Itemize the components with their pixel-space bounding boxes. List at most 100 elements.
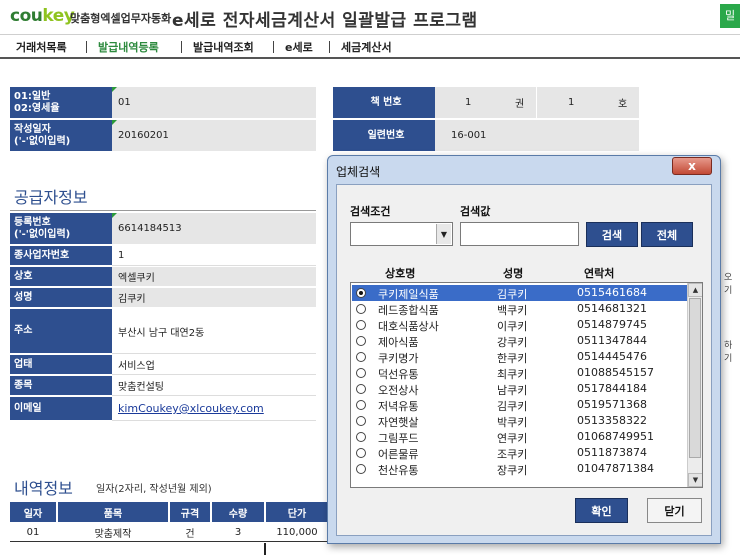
list-item[interactable]: 자연햇살 박쿠키 0513358322 <box>352 413 687 429</box>
nav-item-issue-register[interactable]: 발급내역등록 <box>98 39 159 55</box>
book-number-unit: 권 <box>515 99 525 110</box>
phone-number: 0514445476 <box>577 350 647 363</box>
col-header-company: 상호명 <box>385 267 416 280</box>
row-qty[interactable]: 3 <box>212 524 264 540</box>
radio-button[interactable] <box>356 352 366 362</box>
col-header-day: 일자 <box>10 502 56 522</box>
serial-label: 일련번호 <box>333 120 435 152</box>
nav-item-tax-invoice[interactable]: 세금계산서 <box>341 39 392 55</box>
list-item[interactable]: 레드종합식품 백쿠키 0514681321 <box>352 301 687 317</box>
company-list[interactable]: 천산유통 장쿠키 01047871384 어른물류 조쿠키 0511873874 그림푸드 연… <box>350 282 703 488</box>
search-button[interactable]: 검색 <box>586 222 638 247</box>
col-header-qty: 수량 <box>212 502 264 522</box>
radio-button[interactable] <box>356 416 366 426</box>
phone-number: 0519571368 <box>577 398 647 411</box>
sub-biz-number-value: 1 <box>118 250 125 261</box>
search-input[interactable] <box>460 222 579 246</box>
divider <box>264 543 266 555</box>
radio-button[interactable] <box>356 320 366 330</box>
ceo-name-field[interactable]: 김쿠키 <box>112 288 316 308</box>
sub-biz-number-label: 종사업자번호 <box>10 246 112 266</box>
close-button[interactable]: 닫기 <box>647 498 702 523</box>
divider <box>536 87 537 118</box>
company-search-dialog: 업체검색 x 검색조건 검색값 ▼ 검색 전체 상호명 성명 연락처 천산유통 장… <box>327 155 721 544</box>
biz-item-field[interactable]: 맞춤컨설팅 <box>112 376 316 396</box>
row-item[interactable]: 맞춤제작 <box>58 524 168 540</box>
confirm-button[interactable]: 확인 <box>575 498 628 523</box>
radio-button[interactable] <box>356 448 366 458</box>
radio-button[interactable] <box>356 304 366 314</box>
sub-biz-number-field[interactable]: 1 <box>112 246 316 266</box>
nav-separator <box>86 41 87 53</box>
scroll-thumb[interactable] <box>689 298 701 458</box>
scrollbar[interactable]: ▲ ▼ <box>687 283 702 487</box>
email-link[interactable]: kimCoukey@xlcoukey.com <box>118 402 264 415</box>
radio-button[interactable] <box>356 288 366 298</box>
row-price[interactable]: 110,000 <box>266 524 328 540</box>
divider <box>10 210 316 211</box>
radio-button[interactable] <box>356 464 366 474</box>
top-right-tab[interactable]: 밀 <box>720 4 740 28</box>
nav-item-esero[interactable]: e세로 <box>285 39 313 55</box>
radio-button[interactable] <box>356 336 366 346</box>
phone-number: 0515461684 <box>577 286 647 299</box>
type-field[interactable]: 01 <box>112 87 316 119</box>
search-value-label: 검색값 <box>460 205 491 218</box>
company-name: 오전상사 <box>378 384 419 397</box>
list-item[interactable]: 쿠키제일식품 김쿠키 0515461684 <box>352 285 687 301</box>
address-field[interactable]: 부산시 남구 대연2동 <box>112 309 316 354</box>
side-button-1[interactable]: 오기 <box>724 270 740 296</box>
phone-number: 0511873874 <box>577 446 647 459</box>
company-name-field[interactable]: 엑셀쿠키 <box>112 267 316 287</box>
list-item[interactable]: 제아식품 강쿠키 0511347844 <box>352 333 687 349</box>
serial-field[interactable]: 16-001 <box>435 120 639 152</box>
ceo-name-label: 성명 <box>10 288 112 308</box>
list-item[interactable]: 어른물류 조쿠키 0511873874 <box>352 445 687 461</box>
list-item[interactable]: 오전상사 남쿠키 0517844184 <box>352 381 687 397</box>
company-name-label: 상호 <box>10 267 112 287</box>
list-item[interactable]: 대호식품상사 이쿠키 0514879745 <box>352 317 687 333</box>
book-number-field[interactable]: 1 권 1 호 <box>435 87 639 119</box>
company-name: 쿠키명가 <box>378 352 419 365</box>
supplier-section-title: 공급자정보 <box>14 188 88 207</box>
col-header-ceo: 성명 <box>503 267 524 280</box>
reg-number-field[interactable]: 6614184513 <box>112 213 316 245</box>
list-item[interactable]: 저녁유통 김쿠키 0519571368 <box>352 397 687 413</box>
list-item[interactable]: 쿠키명가 한쿠키 0514445476 <box>352 349 687 365</box>
scroll-up-icon[interactable]: ▲ <box>688 283 702 297</box>
book-number-value: 1 <box>465 97 472 108</box>
chevron-down-icon[interactable]: ▼ <box>436 224 451 244</box>
list-item[interactable]: 덕선유통 최쿠키 01088545157 <box>352 365 687 381</box>
list-item[interactable]: 그림푸드 연쿠키 01068749951 <box>352 429 687 445</box>
search-condition-select[interactable]: ▼ <box>350 222 453 246</box>
company-name: 그림푸드 <box>378 432 419 445</box>
ceo-name: 이쿠키 <box>497 320 528 333</box>
col-header-price: 단가 <box>266 502 328 522</box>
scroll-down-icon[interactable]: ▼ <box>688 473 702 487</box>
radio-button[interactable] <box>356 368 366 378</box>
radio-button[interactable] <box>356 384 366 394</box>
radio-button[interactable] <box>356 432 366 442</box>
list-item[interactable]: 천산유통 장쿠키 01047871384 <box>352 461 687 477</box>
email-field[interactable]: kimCoukey@xlcoukey.com <box>112 397 316 421</box>
email-label: 이메일 <box>10 397 112 421</box>
row-spec[interactable]: 건 <box>170 524 210 540</box>
cell-marker <box>112 213 117 218</box>
details-note: 일자(2자리, 작성년월 제외) <box>96 484 212 495</box>
ceo-name: 박쿠키 <box>497 416 528 429</box>
app-window: coukey 맞춤형엑셀업무자동화 e세로 전자세금계산서 일괄발급 프로그램 … <box>0 0 740 555</box>
ceo-name: 남쿠키 <box>497 384 528 397</box>
nav-item-issue-search[interactable]: 발급내역조회 <box>193 39 254 55</box>
radio-button[interactable] <box>356 400 366 410</box>
biz-type-field[interactable]: 서비스업 <box>112 355 316 375</box>
show-all-button[interactable]: 전체 <box>641 222 693 247</box>
dialog-title: 업체검색 <box>336 165 381 179</box>
company-name: 어른물류 <box>378 448 419 461</box>
row-day[interactable]: 01 <box>10 524 56 540</box>
side-button-2[interactable]: 하기 <box>724 338 740 364</box>
phone-number: 0517844184 <box>577 382 647 395</box>
nav-item-client-list[interactable]: 거래처목록 <box>16 39 67 55</box>
close-icon[interactable]: x <box>672 157 712 175</box>
serial-value: 16-001 <box>451 130 487 141</box>
date-field[interactable]: 20160201 <box>112 120 316 152</box>
